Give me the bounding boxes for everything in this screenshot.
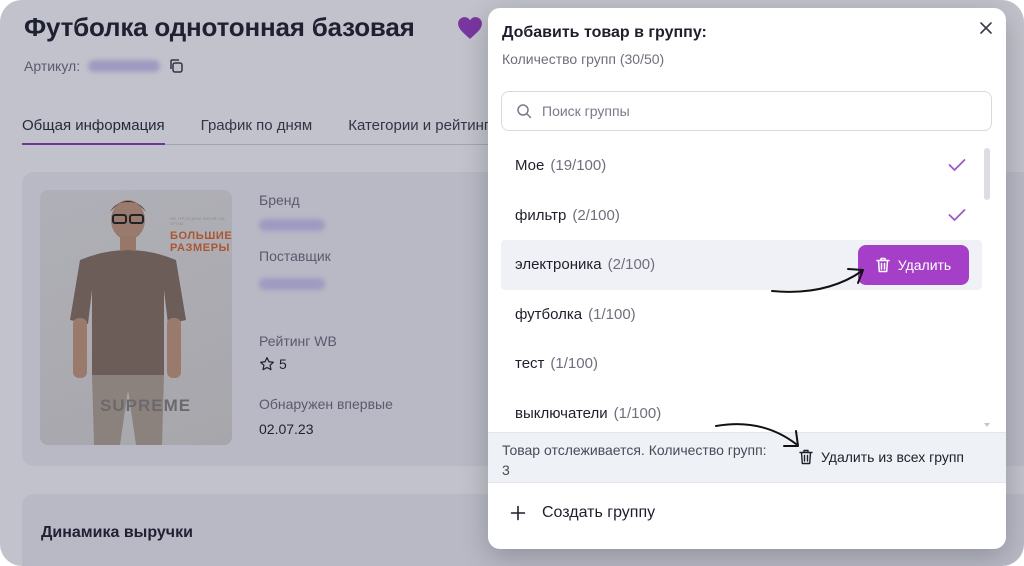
trash-icon [799, 449, 813, 465]
group-item-electronics[interactable]: электроника (2/100) Удалить [501, 240, 982, 290]
create-group-label: Создать группу [542, 504, 656, 521]
tracking-status-text: Товар отслеживается. Количество групп: 3 [502, 442, 767, 478]
group-search [501, 91, 992, 131]
group-count: (2/100) [572, 206, 620, 224]
plus-icon [510, 505, 526, 521]
scroll-down-icon[interactable] [984, 422, 990, 428]
group-search-input[interactable] [542, 103, 962, 119]
group-list: Мое (19/100) фильтр (2/100) электроника … [501, 141, 982, 431]
group-name: футболка [515, 305, 583, 323]
delete-from-all-groups-label: Удалить из всех групп [821, 449, 965, 465]
modal-title: Добавить товар в группу: [502, 24, 707, 41]
check-icon [948, 159, 966, 171]
screenshot-frame: Футболка однотонная базовая Артикул: Общ… [0, 0, 1024, 566]
group-name: фильтр [515, 206, 567, 224]
search-icon [517, 104, 532, 119]
close-icon[interactable] [978, 20, 994, 36]
group-count: (1/100) [613, 404, 662, 422]
group-count: (19/100) [550, 157, 607, 175]
group-count-subtitle: Количество групп (30/50) [502, 51, 665, 67]
group-name: тест [515, 355, 545, 373]
delete-button-label: Удалить [897, 257, 952, 273]
group-count: (1/100) [550, 355, 598, 373]
group-name: Мое [515, 157, 545, 175]
create-group-button[interactable]: Создать группу [510, 504, 655, 522]
group-count: (1/100) [588, 305, 636, 323]
trash-icon [876, 257, 890, 273]
group-item-tshirt[interactable]: футболка (1/100) [501, 290, 982, 340]
group-item-test[interactable]: тест (1/100) [501, 339, 982, 389]
group-item-moe[interactable]: Мое (19/100) [501, 141, 982, 191]
group-count: (2/100) [607, 256, 656, 274]
group-name: электроника [515, 256, 602, 274]
list-scrollbar[interactable] [984, 148, 990, 200]
group-item-filter[interactable]: фильтр (2/100) [501, 191, 982, 241]
group-name: выключатели [515, 404, 608, 422]
tracking-footer: Товар отслеживается. Количество групп: 3… [488, 432, 1006, 483]
delete-from-all-groups-button[interactable]: Удалить из всех групп [799, 449, 964, 465]
group-item-switches[interactable]: выключатели (1/100) [501, 389, 982, 432]
add-to-group-modal: Добавить товар в группу: Количество груп… [488, 8, 1006, 549]
delete-button[interactable]: Удалить [858, 245, 969, 285]
check-icon [948, 208, 966, 221]
